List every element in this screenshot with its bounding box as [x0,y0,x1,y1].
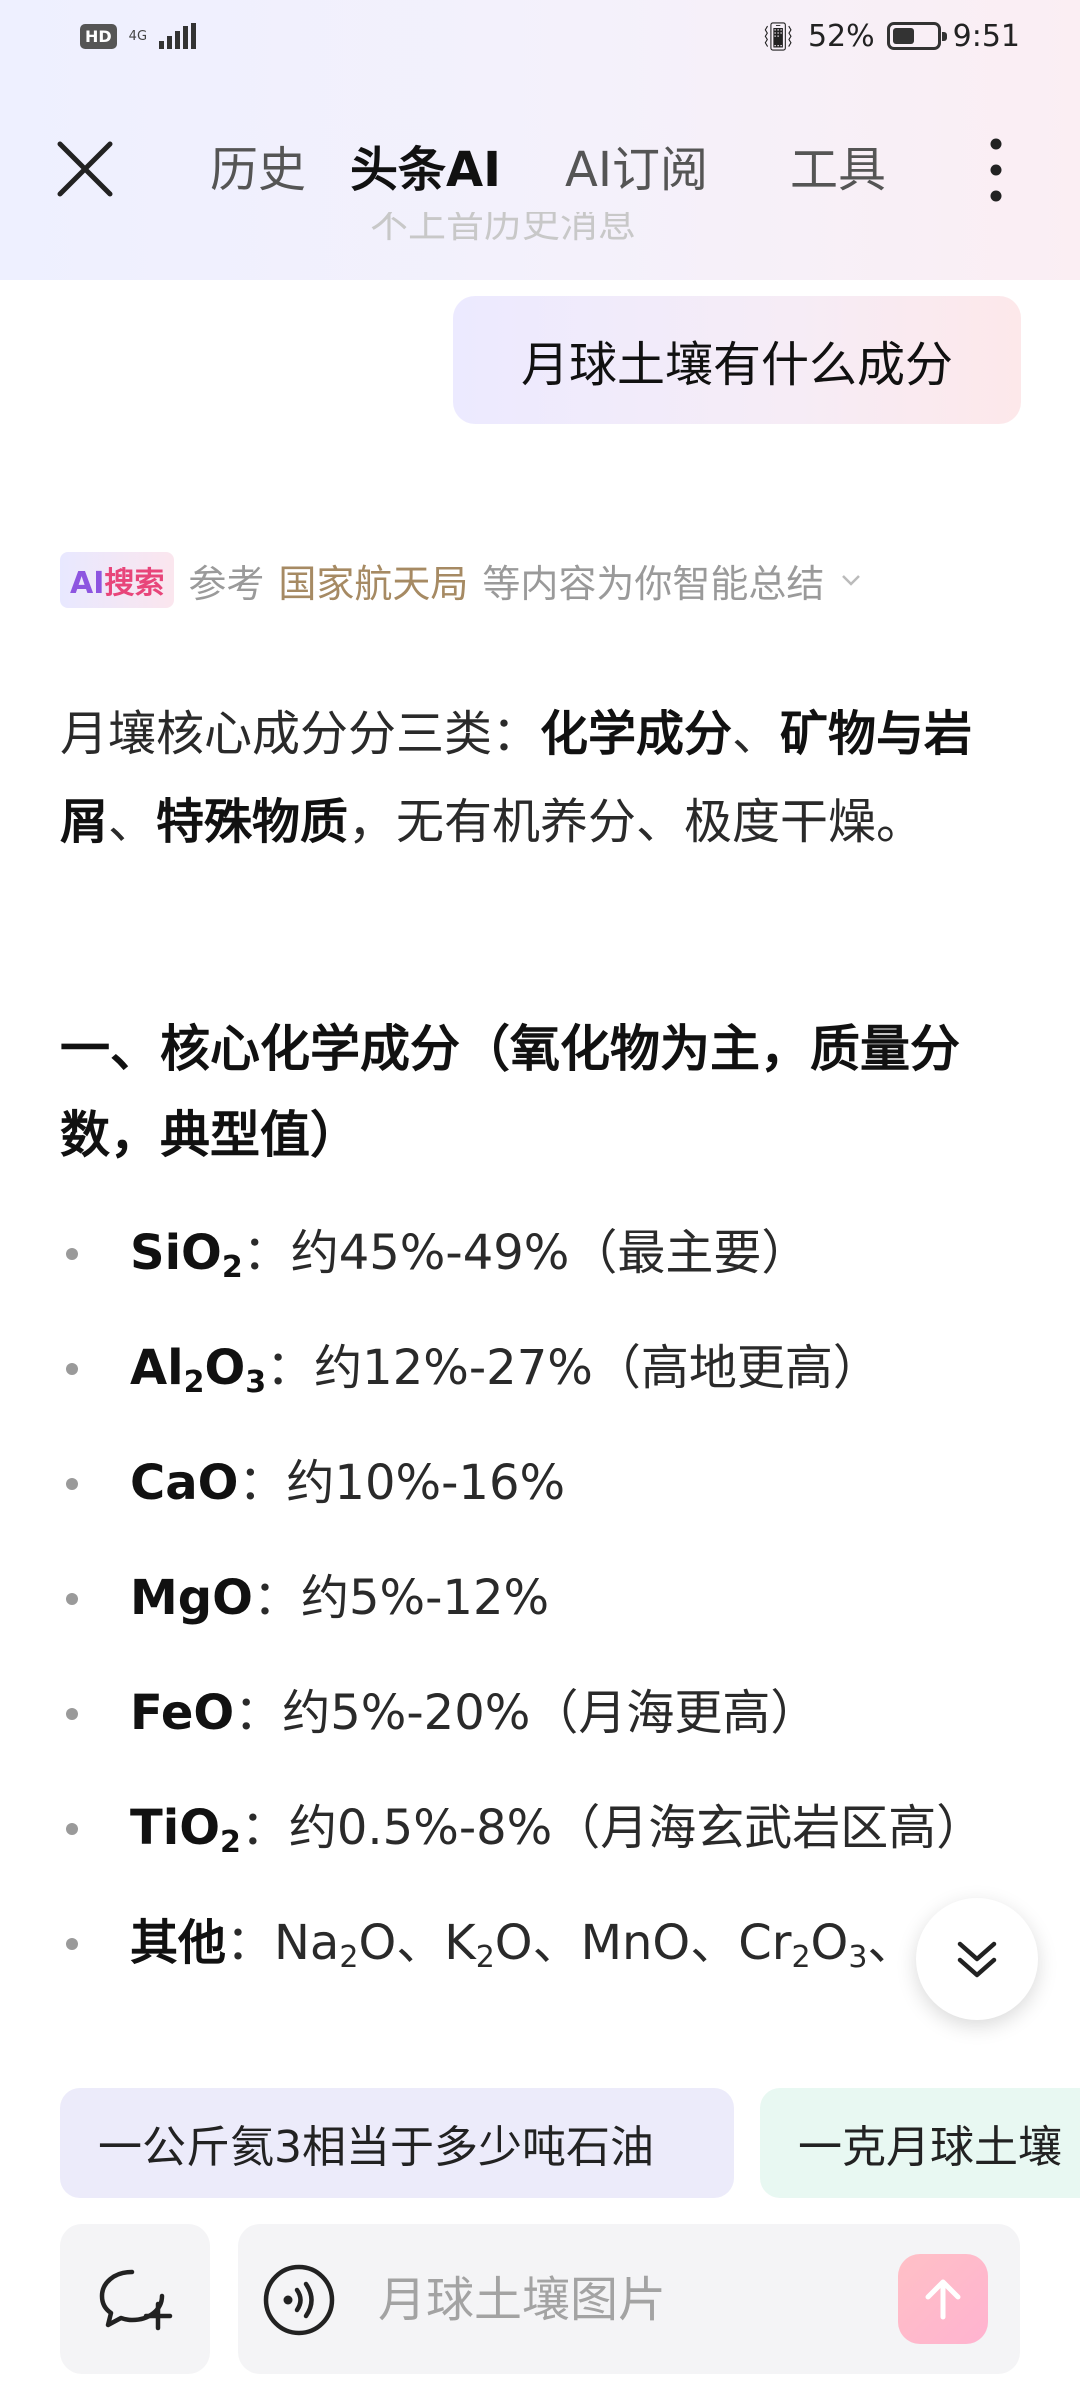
item-value: ：约5%-20%（月海更高） [234,1685,819,1741]
close-icon[interactable] [54,138,116,200]
category-chemical: 化学成分 [540,706,733,762]
composition-list: SiO2：约45%-49%（最主要） Al2O3：约12%-27%（高地更高） … [60,1210,1020,2015]
source-link[interactable]: 国家航天局 [278,553,468,608]
formula: TiO2 [130,1800,241,1860]
top-nav: 历史 头条AI AI订阅 工具 [0,100,1080,230]
badge-ai-text: AI [70,566,105,601]
formula: Al2O3 [130,1340,267,1400]
tab-history[interactable]: 历史 [210,130,306,200]
tab-tools[interactable]: 工具 [790,130,886,200]
answer-intro: 月壤核心成分分三类：化学成分、矿物与岩屑、特殊物质，无有机养分、极度干燥。 [60,690,1020,866]
faded-previous-message: 不上音历史消息 [370,212,637,246]
network-type: 4G [128,28,148,44]
clock: 9:51 [952,18,1020,54]
suggestion-chip[interactable]: 一克月球土壤 [760,2088,1080,2198]
intro-start: 月壤核心成分分三类： [60,706,541,762]
double-chevron-down-icon [957,1941,997,1978]
user-message-bubble[interactable]: 月球土壤有什么成分 [453,296,1021,424]
separator: 、 [108,794,157,850]
formula: SiO2 [130,1225,243,1285]
separator: 、 [732,706,781,762]
chat-input[interactable] [378,2264,858,2336]
new-chat-icon [99,2269,173,2331]
category-special: 特殊物质 [156,794,349,850]
battery-percent: 52% [807,18,875,54]
list-item: 其他：Na2O、K2O、MnO、Cr2O3、 [60,1900,1020,1986]
item-value: ：约45%-49%（最主要） [242,1225,810,1281]
scroll-to-bottom-button[interactable] [916,1898,1038,2020]
battery-icon [886,22,947,50]
status-left: HD 4G [80,23,197,49]
list-item: MgO：约5%-12% [60,1555,1020,1641]
send-arrow-icon [925,2279,961,2320]
voice-icon[interactable] [262,2263,336,2337]
source-suffix: 等内容为你智能总结 [482,561,825,606]
tab-toutiao-ai[interactable]: 头条AI [350,130,501,200]
item-value: ：Na2O、K2O、MnO、Cr2O3、 [226,1915,916,1975]
send-button[interactable] [898,2254,988,2344]
suggestion-chip[interactable]: 一公斤氦3相当于多少吨石油 [60,2088,734,2198]
new-chat-button[interactable] [60,2224,210,2374]
badge-search-text: 搜索 [104,566,165,601]
item-value: ：约0.5%-8%（月海玄武岩区高） [240,1800,985,1856]
vibrate-icon: 📳︎ [760,19,796,53]
intro-end: ，无有机养分、极度干燥。 [348,794,925,850]
item-value: ：约10%-16% [238,1455,566,1511]
list-item: TiO2：约0.5%-8%（月海玄武岩区高） [60,1785,1020,1871]
formula: CaO [130,1455,239,1511]
item-value: ：约12%-27%（高地更高） [266,1340,881,1396]
battery-fill [892,28,915,44]
status-bar: HD 4G 📳︎ 52% 9:51 [0,0,1080,72]
ai-search-source[interactable]: AI搜索 参考 国家航天局 等内容为你智能总结 [60,552,864,608]
user-message-text: 月球土壤有什么成分 [520,337,953,393]
section-title: 一、核心化学成分（氧化物为主，质量分数，典型值） [60,1020,960,1164]
more-vertical-icon[interactable] [966,130,1026,210]
tab-ai-subscribe[interactable]: AI订阅 [565,130,708,200]
source-prefix: 参考 [188,561,265,606]
chevron-down-icon[interactable] [838,567,864,593]
signal-icon [159,23,197,49]
list-item: SiO2：约45%-49%（最主要） [60,1210,1020,1296]
formula: 其他 [130,1915,227,1971]
ai-search-badge: AI搜索 [60,552,175,608]
status-right: 📳︎ 52% 9:51 [760,19,1020,54]
formula: FeO [130,1685,235,1741]
hd-badge: HD [80,23,117,49]
formula: MgO [130,1570,253,1626]
list-item: FeO：约5%-20%（月海更高） [60,1670,1020,1756]
item-value: ：约5%-12% [252,1570,550,1626]
list-item: Al2O3：约12%-27%（高地更高） [60,1325,1020,1411]
chat-input-box [238,2224,1020,2374]
list-item: CaO：约10%-16% [60,1440,1020,1526]
